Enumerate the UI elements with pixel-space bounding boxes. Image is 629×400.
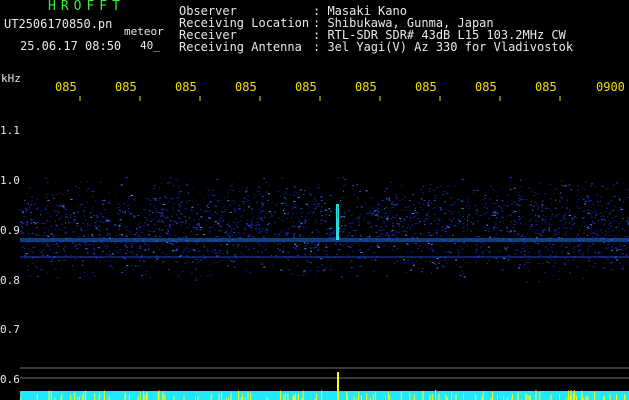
time-label-1: 085 bbox=[55, 80, 77, 94]
freq-label-1-1: 1.1 bbox=[0, 124, 20, 137]
secondary-trace bbox=[20, 256, 629, 258]
time-label-10: 0900 bbox=[596, 80, 625, 94]
freq-label-0-8: 0.8 bbox=[0, 274, 20, 287]
file-name: UT2506170850.pn bbox=[4, 17, 113, 31]
time-label-8: 085 bbox=[475, 80, 497, 94]
meteor-echo-peak bbox=[337, 206, 338, 218]
antenna-label: Receiving Antenna bbox=[179, 40, 302, 54]
freq-label-0-9: 0.9 bbox=[0, 224, 20, 237]
antenna-value: : 3el Yagi(V) Az 330 for Vladivostok bbox=[313, 40, 574, 54]
freq-label-0-6: 0.6 bbox=[0, 373, 20, 386]
signal-level-bar bbox=[20, 391, 629, 400]
time-label-3: 085 bbox=[175, 80, 197, 94]
freq-unit-label: kHz bbox=[1, 72, 21, 85]
minute-tick-label: 40_ bbox=[140, 39, 160, 52]
freq-label-1-0: 1.0 bbox=[0, 174, 20, 187]
time-tick-marks bbox=[79, 96, 561, 101]
time-label-9: 085 bbox=[535, 80, 557, 94]
app-brand: HROFFT bbox=[48, 0, 125, 14]
spectrogram-plot bbox=[20, 96, 629, 400]
hrofft-screen: HROFFT UT2506170850.pn meteor 25.06.17 0… bbox=[0, 0, 629, 400]
carrier-trace bbox=[20, 238, 629, 242]
date-time: 25.06.17 08:50 bbox=[20, 39, 122, 53]
time-label-6: 085 bbox=[355, 80, 377, 94]
time-label-5: 085 bbox=[295, 80, 317, 94]
time-label-2: 085 bbox=[115, 80, 137, 94]
time-label-4: 085 bbox=[235, 80, 257, 94]
time-label-7: 085 bbox=[415, 80, 437, 94]
event-tag: meteor bbox=[124, 25, 164, 38]
freq-label-0-7: 0.7 bbox=[0, 323, 20, 336]
noise-band bbox=[20, 176, 629, 283]
